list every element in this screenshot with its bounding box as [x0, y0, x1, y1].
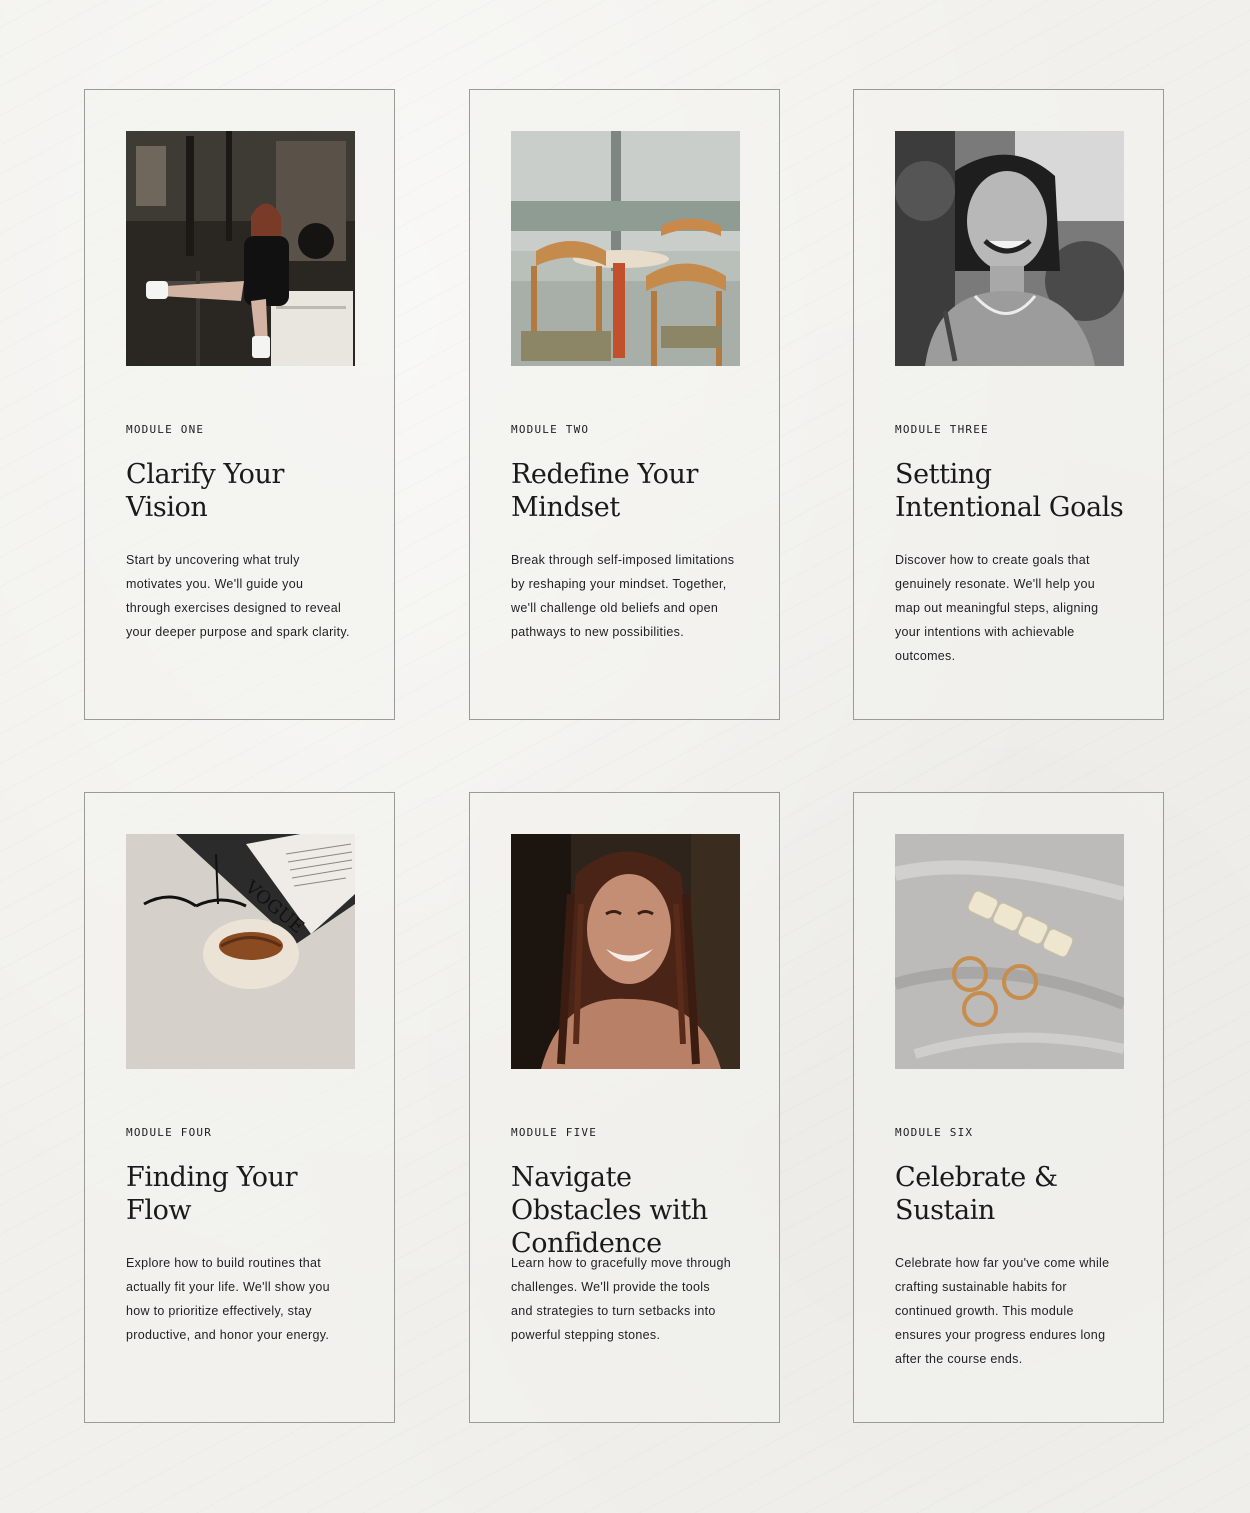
module-label: MODULE TWO — [511, 423, 590, 436]
module-card-two: MODULE TWO Redefine Your Mindset Break t… — [469, 89, 780, 720]
module-two-photo — [511, 131, 740, 366]
module-card-six: MODULE SIX Celebrate & Sustain Celebrate… — [853, 792, 1164, 1423]
module-label: MODULE ONE — [126, 423, 205, 436]
module-five-photo — [511, 834, 740, 1069]
module-card-four: VOGUE MODULE FOUR Finding Your Flow Expl… — [84, 792, 395, 1423]
module-description: Celebrate how far you've come while craf… — [895, 1256, 1110, 1366]
module-label: MODULE FOUR — [126, 1126, 213, 1139]
cafe-chairs-and-table-photo — [511, 131, 740, 366]
module-three-photo — [895, 131, 1124, 366]
module-description: Discover how to create goals that genuin… — [895, 553, 1099, 663]
module-card-three: MODULE THREE Setting Intentional Goals D… — [853, 89, 1164, 720]
module-card-five: MODULE FIVE Navigate Obstacles with Conf… — [469, 792, 780, 1423]
module-title: Clarify Your Vision — [126, 459, 284, 523]
gold-rings-and-hair-clip-photo — [895, 834, 1124, 1069]
module-four-photo: VOGUE — [126, 834, 355, 1069]
module-title: Setting Intentional Goals — [895, 459, 1124, 523]
module-label: MODULE SIX — [895, 1126, 974, 1139]
module-title: Finding Your Flow — [126, 1162, 298, 1226]
module-title: Navigate Obstacles with Confidence — [511, 1162, 708, 1259]
module-title: Redefine Your Mindset — [511, 459, 698, 523]
module-description: Explore how to build routines that actua… — [126, 1256, 330, 1342]
module-card-one: MODULE ONE Clarify Your Vision Start by … — [84, 89, 395, 720]
module-description: Start by uncovering what truly motivates… — [126, 553, 350, 639]
woman-seated-in-cafe-photo — [126, 131, 355, 366]
module-description: Learn how to gracefully move through cha… — [511, 1256, 731, 1342]
module-one-photo — [126, 131, 355, 366]
laughing-woman-braids-photo — [511, 834, 740, 1069]
module-description: Break through self-imposed limitations b… — [511, 553, 735, 639]
croissant-sunglasses-magazine-photo: VOGUE — [126, 834, 355, 1069]
module-label: MODULE THREE — [895, 423, 989, 436]
smiling-woman-black-and-white-photo — [895, 131, 1124, 366]
module-title: Celebrate & Sustain — [895, 1162, 1058, 1226]
module-six-photo — [895, 834, 1124, 1069]
module-label: MODULE FIVE — [511, 1126, 598, 1139]
